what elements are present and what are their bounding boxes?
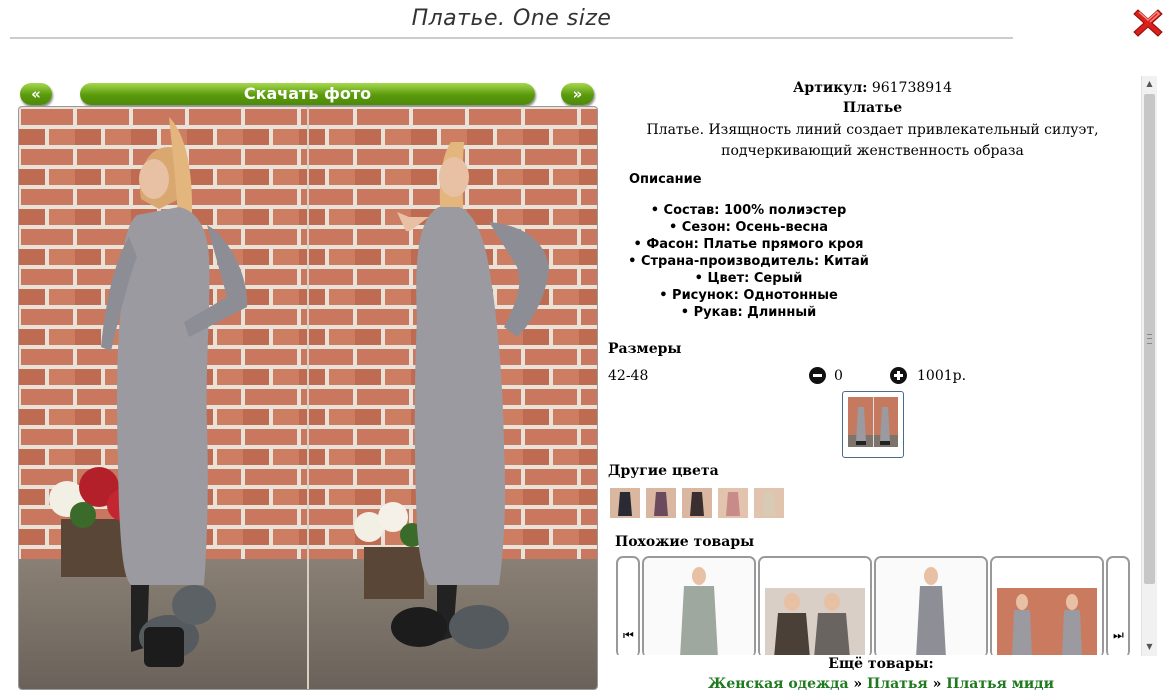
thumbnail-image <box>848 397 898 447</box>
more-products-label: Ещё товары: <box>828 656 934 672</box>
similar-products-heading: Похожие товары <box>615 534 755 550</box>
article-line: Артикул: 961738914 <box>606 80 1139 96</box>
breadcrumb-link-midi-dresses[interactable]: Платья миди <box>946 676 1054 692</box>
article-value: 961738914 <box>871 80 952 96</box>
close-icon[interactable] <box>1133 8 1163 38</box>
spec-item: Рукав: Длинный <box>606 304 891 321</box>
dialog-title: Платье. One size <box>411 6 612 31</box>
price-value: 1001р. <box>917 368 967 384</box>
color-swatch[interactable] <box>718 488 748 518</box>
color-swatch[interactable] <box>646 488 676 518</box>
grip-icon <box>1147 334 1152 344</box>
quantity-value: 0 <box>834 368 843 384</box>
specs-heading: Описание <box>629 172 702 187</box>
download-photo-button[interactable]: Скачать фото <box>80 83 535 105</box>
scroll-up-icon[interactable]: ▲ <box>1142 76 1157 91</box>
spec-item: Страна-производитель: Китай <box>606 253 891 270</box>
similar-product-item[interactable] <box>642 556 756 655</box>
panel-scrollbar[interactable]: ▲ ▼ <box>1141 76 1157 656</box>
color-swatch[interactable] <box>682 488 712 518</box>
spec-item: Рисунок: Однотонные <box>606 287 891 304</box>
spec-item: Сезон: Осень-весна <box>606 219 891 236</box>
carousel-next-button[interactable]: ⏭ <box>1106 556 1130 655</box>
product-name: Платье <box>842 100 903 116</box>
breadcrumb-separator: » <box>853 676 863 692</box>
scrollbar-thumb[interactable] <box>1144 94 1155 584</box>
prev-photo-button[interactable]: « <box>20 83 52 105</box>
skip-forward-icon: ⏭ <box>1113 628 1124 642</box>
similar-product-item[interactable] <box>874 556 988 655</box>
similar-product-item[interactable] <box>990 556 1104 655</box>
color-swatch[interactable] <box>754 488 784 518</box>
product-photo <box>18 106 598 690</box>
carousel-prev-button[interactable]: ⏮ <box>616 556 640 655</box>
specs-list: Состав: 100% полиэстер Сезон: Осень-весн… <box>606 202 891 321</box>
next-photo-button[interactable]: » <box>561 83 594 105</box>
color-swatch[interactable] <box>610 488 640 518</box>
increase-quantity-button[interactable] <box>890 367 907 384</box>
spec-item: Состав: 100% полиэстер <box>606 202 891 219</box>
size-value: 42-48 <box>608 368 649 384</box>
breadcrumb-link-womens-clothing[interactable]: Женская одежда <box>708 676 849 692</box>
product-description: Платье. Изящность линий создает привлека… <box>646 122 1099 159</box>
similar-products-carousel: ⏮ ⏭ <box>616 556 1138 655</box>
spec-item: Цвет: Серый <box>606 270 891 287</box>
skip-back-icon: ⏮ <box>623 628 634 642</box>
breadcrumb-separator: » <box>932 676 942 692</box>
other-colors-heading: Другие цвета <box>608 463 719 479</box>
sizes-heading: Размеры <box>608 341 682 357</box>
spec-item: Фасон: Платье прямого кроя <box>606 236 891 253</box>
breadcrumb-link-dresses[interactable]: Платья <box>867 676 928 692</box>
breadcrumb: Женская одежда » Платья » Платья миди <box>606 676 1156 692</box>
scroll-down-icon[interactable]: ▼ <box>1142 639 1157 654</box>
article-label: Артикул: <box>793 80 868 96</box>
title-divider <box>10 37 1013 39</box>
product-info-panel: Артикул: 961738914 Платье Платье. Изящно… <box>606 76 1139 655</box>
size-thumbnail[interactable] <box>842 391 904 458</box>
decrease-quantity-button[interactable] <box>809 367 826 384</box>
similar-product-item[interactable] <box>758 556 872 655</box>
